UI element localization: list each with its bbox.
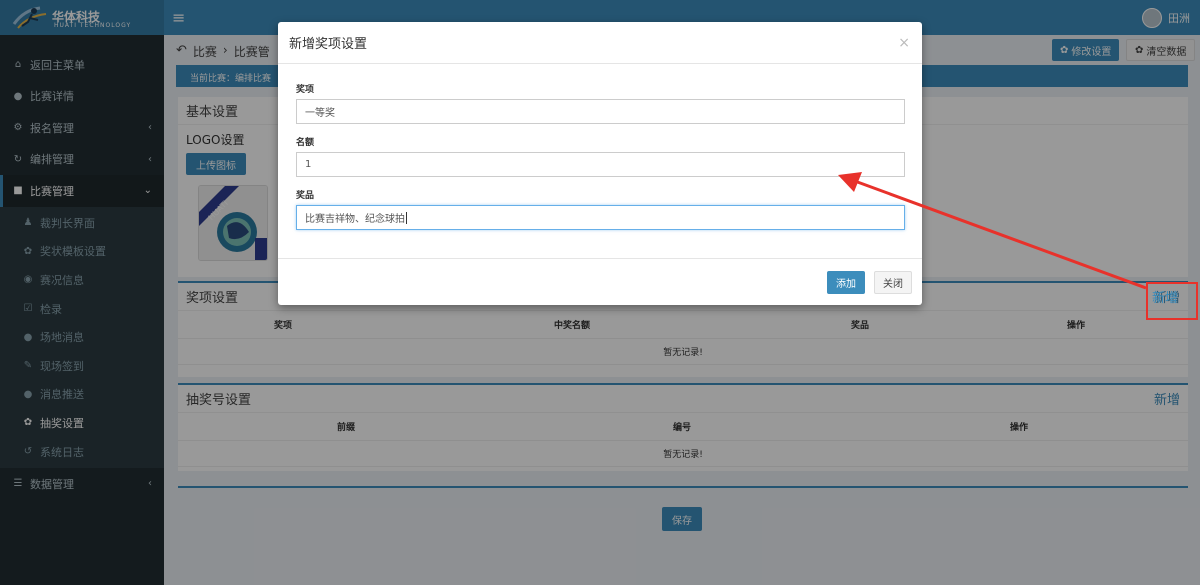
quota-input[interactable]: 1 [296,152,905,177]
close-icon[interactable]: × [898,35,910,51]
add-prize-dialog: 新增奖项设置 × 奖项 一等奖 名额 1 奖品 比赛吉祥物、纪念球拍 添加 关闭 [278,22,922,305]
dialog-title: 新增奖项设置 [289,37,368,52]
prize-name-input[interactable]: 一等奖 [296,99,905,124]
dialog-header: 新增奖项设置 × [278,22,922,64]
reward-input[interactable]: 比赛吉祥物、纪念球拍 [296,205,905,230]
quota-label: 名额 [296,138,315,148]
close-button[interactable]: 关闭 [874,271,912,294]
add-button[interactable]: 添加 [827,271,865,294]
input-value: 比赛吉祥物、纪念球拍 [305,214,405,225]
reward-label: 奖品 [296,191,315,201]
prize-name-label: 奖项 [296,85,315,95]
input-value: 一等奖 [305,108,335,119]
input-value: 1 [305,159,312,170]
dialog-footer: 添加 关闭 [278,258,922,305]
add-prize-link-highlighted[interactable]: 新增 [1152,287,1178,306]
text-caret [406,211,407,224]
